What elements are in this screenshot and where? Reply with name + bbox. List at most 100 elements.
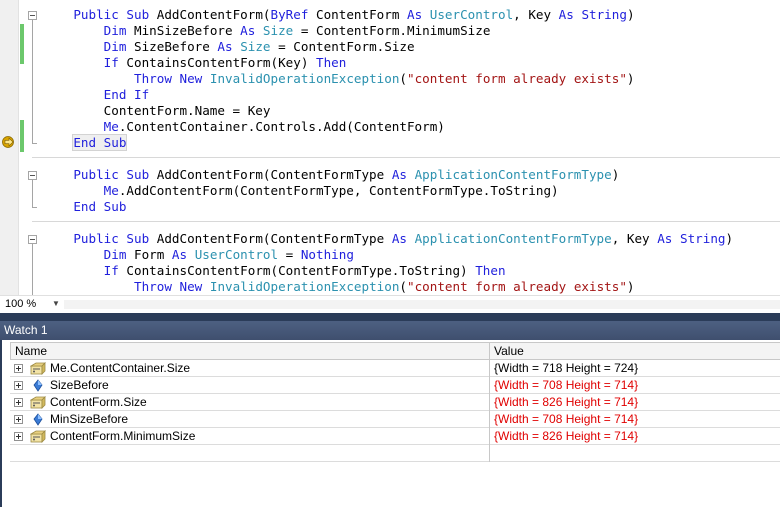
collapse-icon[interactable] (28, 11, 37, 20)
code-keyword: As (558, 7, 574, 22)
code-line[interactable]: Dim SizeBefore As Size = ContentForm.Siz… (43, 39, 415, 55)
watch-name-cell[interactable]: ContentForm.Size (10, 394, 490, 411)
watch-name-cell[interactable]: SizeBefore (10, 377, 490, 394)
watch-value-cell[interactable] (490, 445, 780, 462)
chevron-down-icon[interactable]: ▼ (52, 297, 60, 311)
code-keyword: End Sub (72, 134, 128, 151)
code-line[interactable]: Public Sub AddContentForm(ContentFormTyp… (43, 231, 733, 247)
outline-line (32, 180, 33, 207)
code-line[interactable]: Me.AddContentForm(ContentFormType, Conte… (43, 183, 559, 199)
code-line[interactable]: Public Sub AddContentForm(ContentFormTyp… (43, 167, 619, 183)
code-keyword: As (407, 7, 423, 22)
code-line[interactable]: End Sub (43, 134, 128, 151)
change-indicator (20, 24, 24, 64)
column-header-name[interactable]: Name (10, 342, 490, 360)
expand-icon[interactable] (14, 398, 23, 407)
zoom-dropdown[interactable]: 100 % ▼ (2, 297, 62, 311)
code-keyword: Nothing (300, 247, 354, 262)
property-icon (29, 395, 46, 410)
code-keyword: New (179, 71, 203, 86)
watch-window: Watch 1 Name Value Me.ContentContainer.S… (0, 313, 780, 507)
column-header-value[interactable]: Value (489, 342, 780, 360)
code-line[interactable]: End Sub (43, 199, 126, 215)
watch-name-cell[interactable] (10, 445, 490, 462)
code-keyword: Me (103, 183, 119, 198)
expand-icon[interactable] (14, 364, 23, 373)
watch-title-bar[interactable]: Watch 1 (0, 321, 780, 340)
watch-value-cell[interactable]: {Width = 718 Height = 724} (490, 360, 780, 377)
code-line[interactable]: If ContainsContentForm(ContentFormType.T… (43, 263, 506, 279)
code-keyword: As (171, 247, 188, 262)
code-keyword: As (391, 167, 407, 182)
code-line[interactable]: ContentForm.Name = Key (43, 103, 271, 119)
watch-name-cell[interactable]: Me.ContentContainer.Size (10, 360, 490, 377)
watch-name: MinSizeBefore (50, 412, 129, 426)
watch-name-cell[interactable]: MinSizeBefore (10, 411, 490, 428)
code-text: ( (399, 279, 408, 294)
code-line[interactable]: Dim MinSizeBefore As Size = ContentForm.… (43, 23, 491, 39)
code-text: ) (626, 279, 635, 294)
expand-icon[interactable] (14, 415, 23, 424)
collapse-icon[interactable] (28, 235, 37, 244)
watch-row[interactable]: Me.ContentContainer.Size {Width = 718 Hei… (10, 360, 780, 377)
watch-name-cell[interactable]: ContentForm.MinimumSize (10, 428, 490, 445)
code-keyword: Public Sub (73, 7, 150, 22)
code-keyword: As (240, 23, 256, 38)
watch-value-cell[interactable]: {Width = 708 Height = 714} (490, 411, 780, 428)
code-text: AddContentForm(ContentFormType (149, 231, 392, 246)
collapse-icon[interactable] (28, 171, 37, 180)
code-text: , Key (611, 231, 658, 246)
watch-empty-row[interactable] (10, 445, 780, 462)
property-icon (29, 429, 46, 444)
watch-row[interactable]: SizeBefore {Width = 708 Height = 714} (10, 377, 780, 394)
code-keyword: String (679, 231, 726, 246)
code-line[interactable]: Dim Form As UserControl = Nothing (43, 247, 354, 263)
watch-row[interactable]: ContentForm.MinimumSize {Width = 826 Heig… (10, 428, 780, 445)
code-keyword: New (179, 279, 203, 294)
code-text: SizeBefore (126, 39, 218, 54)
code-text: Form (126, 247, 172, 262)
outline-end (32, 143, 37, 144)
code-keyword: End Sub (73, 199, 127, 214)
margin-separator (18, 0, 19, 295)
watch-row[interactable]: ContentForm.Size {Width = 826 Height = 71… (10, 394, 780, 411)
code-line[interactable]: If ContainsContentForm(Key) Then (43, 55, 347, 71)
code-editor[interactable]: Public Sub AddContentForm(ByRef ContentF… (0, 0, 780, 295)
expand-icon[interactable] (14, 432, 23, 441)
code-line[interactable]: End If (43, 87, 150, 103)
code-line[interactable]: Public Sub AddContentForm(ByRef ContentF… (43, 7, 634, 23)
code-line[interactable]: Me.ContentContainer.Controls.Add(Content… (43, 119, 445, 135)
code-keyword: As (391, 231, 407, 246)
code-text: ContentForm.Name = Key (43, 103, 271, 118)
code-text: ContainsContentForm(Key) (118, 55, 316, 70)
watch-value-cell[interactable]: {Width = 826 Height = 714} (490, 428, 780, 445)
code-type: Size (262, 23, 294, 38)
window-splitter[interactable] (0, 313, 780, 321)
editor-status-bar: 100 % ▼ (0, 295, 780, 313)
horizontal-scrollbar[interactable] (64, 300, 780, 309)
code-keyword: Dim (103, 39, 127, 54)
watch-value-cell[interactable]: {Width = 826 Height = 714} (490, 394, 780, 411)
code-text: AddContentForm( (149, 7, 271, 22)
code-type: UserControl (194, 247, 279, 262)
watch-row[interactable]: MinSizeBefore {Width = 708 Height = 714} (10, 411, 780, 428)
code-line[interactable]: Throw New InvalidOperationException("con… (43, 71, 635, 87)
code-keyword: End If (103, 87, 150, 102)
expand-icon[interactable] (14, 381, 23, 390)
code-text: ( (399, 71, 408, 86)
watch-value-cell[interactable]: {Width = 708 Height = 714} (490, 377, 780, 394)
code-line[interactable]: Throw New InvalidOperationException("con… (43, 279, 635, 295)
code-type: ApplicationContentFormType (414, 167, 612, 182)
